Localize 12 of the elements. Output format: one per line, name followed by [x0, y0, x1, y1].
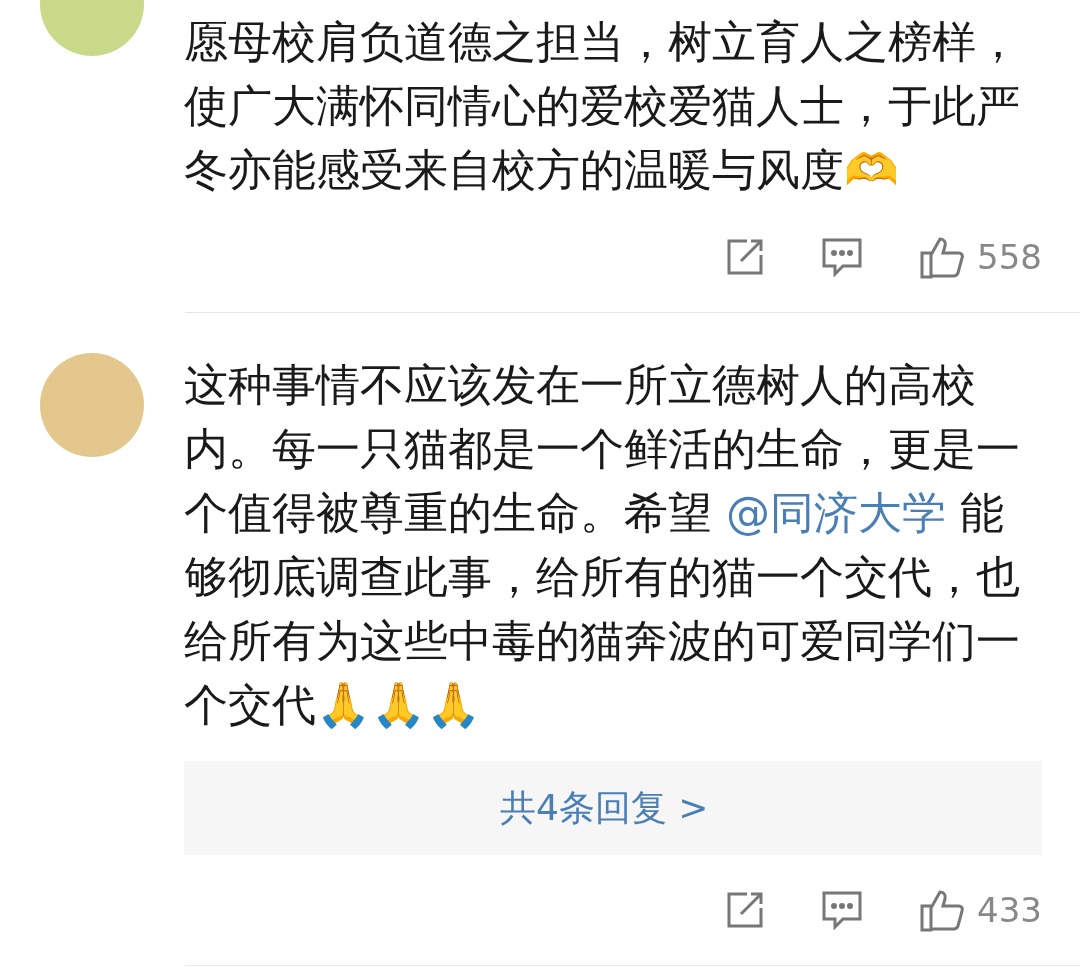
mention-link[interactable]: @同济大学 [726, 487, 946, 538]
comment-text: 愿母校肩负道德之担当，树立育人之榜样，使广大满怀同情心的爱校爱猫人士，于此严冬亦能感受来自校方的温暖与风度🫶 [184, 15, 1021, 197]
like-count: 558 [977, 237, 1042, 277]
share-icon[interactable] [725, 890, 766, 930]
share-icon[interactable] [725, 237, 766, 277]
comment-icon[interactable] [821, 890, 864, 930]
comment-text: 这种事情不应该发在一所立德树人的高校内。每一只猫都是一个鲜活的生命，更是一个值得被尊重的生命。希望 @同济大学 能够彻底调查此事，给所有的猫一个交代，也给所有为这些中毒的猫奔波的可爱同学们一个交代🙏🙏🙏 [184, 358, 1021, 732]
like-count: 433 [977, 890, 1042, 930]
thumbs-up-icon[interactable] [919, 235, 966, 279]
comment-icon[interactable] [821, 237, 864, 277]
replies-link[interactable]: 共4条回复 > [500, 783, 709, 833]
thumbs-up-icon[interactable] [919, 888, 966, 932]
